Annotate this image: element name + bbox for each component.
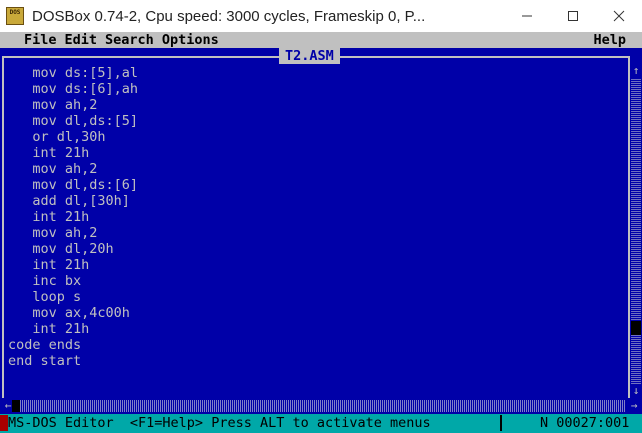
code-line[interactable]: add dl,[30h] bbox=[8, 193, 138, 209]
menu-file[interactable]: File bbox=[24, 32, 57, 48]
scroll-down-arrow-icon[interactable]: ↓ bbox=[630, 384, 642, 398]
horizontal-scroll-thumb[interactable] bbox=[12, 400, 20, 412]
minimize-icon bbox=[522, 15, 532, 17]
code-line[interactable]: int 21h bbox=[8, 257, 138, 273]
minimize-button[interactable] bbox=[504, 0, 550, 32]
code-line[interactable]: mov ah,2 bbox=[8, 225, 138, 241]
close-button[interactable] bbox=[596, 0, 642, 32]
maximize-icon bbox=[568, 11, 578, 21]
code-editor[interactable]: mov ds:[5],al mov ds:[6],ah mov ah,2 mov… bbox=[8, 65, 138, 369]
window-title-bar: DOS DOSBox 0.74-2, Cpu speed: 3000 cycle… bbox=[0, 0, 642, 32]
code-line[interactable]: mov ds:[5],al bbox=[8, 65, 138, 81]
code-line[interactable]: int 21h bbox=[8, 145, 138, 161]
scroll-up-arrow-icon[interactable]: ↑ bbox=[630, 64, 642, 78]
code-line[interactable]: mov dl,ds:[6] bbox=[8, 177, 138, 193]
code-line[interactable]: or dl,30h bbox=[8, 129, 138, 145]
document-title: T2.ASM bbox=[279, 48, 340, 64]
vertical-scroll-thumb[interactable] bbox=[631, 321, 641, 335]
code-line[interactable]: mov ax,4c00h bbox=[8, 305, 138, 321]
menu-options[interactable]: Options bbox=[162, 32, 219, 48]
status-left-wrapper: MS-DOS Editor <F1=Help> Press ALT to act… bbox=[0, 415, 431, 431]
code-line[interactable]: end start bbox=[8, 353, 138, 369]
code-line[interactable]: mov ah,2 bbox=[8, 97, 138, 113]
maximize-button[interactable] bbox=[550, 0, 596, 32]
vertical-scrollbar[interactable]: ↑ ↓ bbox=[630, 64, 642, 398]
menu-edit[interactable]: Edit bbox=[65, 32, 98, 48]
code-line[interactable]: mov ah,2 bbox=[8, 161, 138, 177]
status-bar: MS-DOS Editor <F1=Help> Press ALT to act… bbox=[0, 414, 642, 433]
vertical-scroll-track[interactable] bbox=[631, 78, 641, 384]
code-line[interactable]: mov ds:[6],ah bbox=[8, 81, 138, 97]
code-line[interactable]: inc bx bbox=[8, 273, 138, 289]
code-line[interactable]: mov dl,ds:[5] bbox=[8, 113, 138, 129]
status-indicator bbox=[0, 415, 8, 431]
window-title: DOSBox 0.74-2, Cpu speed: 3000 cycles, F… bbox=[32, 7, 426, 25]
cursor-position: N 00027:001 bbox=[540, 415, 630, 431]
close-icon bbox=[613, 10, 625, 22]
dosbox-app-icon: DOS bbox=[6, 7, 24, 25]
code-line[interactable]: int 21h bbox=[8, 209, 138, 225]
code-line[interactable]: int 21h bbox=[8, 321, 138, 337]
code-line[interactable]: mov dl,20h bbox=[8, 241, 138, 257]
horizontal-scrollbar[interactable]: ← → bbox=[2, 398, 642, 414]
status-message: MS-DOS Editor <F1=Help> Press ALT to act… bbox=[8, 415, 431, 431]
code-line[interactable]: code ends bbox=[8, 337, 138, 353]
horizontal-scroll-track[interactable] bbox=[18, 400, 626, 412]
code-line[interactable]: loop s bbox=[8, 289, 138, 305]
menu-help[interactable]: Help bbox=[593, 32, 626, 48]
scroll-right-arrow-icon[interactable]: → bbox=[628, 399, 640, 413]
menu-search[interactable]: Search bbox=[105, 32, 154, 48]
dos-editor-screen: File Edit Search Options Help T2.ASM mov… bbox=[0, 32, 642, 433]
status-divider bbox=[500, 415, 502, 431]
menu-bar: File Edit Search Options Help bbox=[0, 32, 642, 48]
